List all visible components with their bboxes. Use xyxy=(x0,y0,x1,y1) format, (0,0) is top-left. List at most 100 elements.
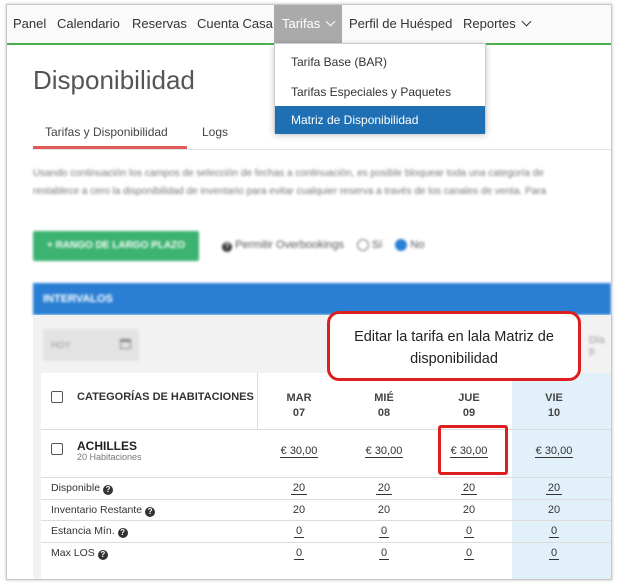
grid-cell-value: 20 xyxy=(460,482,478,495)
menu-item-tarifa-base[interactable]: Tarifa Base (BAR) xyxy=(275,48,485,76)
annotation-callout: Editar la tarifa en lala Matriz de dispo… xyxy=(327,311,581,381)
row-divider xyxy=(41,429,611,430)
day-number: 09 xyxy=(462,407,476,419)
day-number: 07 xyxy=(292,407,306,419)
radio-yes[interactable] xyxy=(356,239,369,252)
grid-cell[interactable]: 0 xyxy=(269,547,329,560)
date-picker-input[interactable]: HOY xyxy=(43,329,139,361)
grid-cell[interactable]: 20 xyxy=(354,482,414,495)
row-label-text: Disponible xyxy=(51,482,101,494)
row-divider xyxy=(41,520,611,521)
help-icon[interactable]: ? xyxy=(117,528,128,538)
grid-cell[interactable]: 20 xyxy=(439,482,499,495)
day-header: MAR xyxy=(286,392,312,404)
help-icon[interactable]: ? xyxy=(103,485,114,495)
row-label-estancia-min: Estancia Mín.? xyxy=(51,525,128,538)
grid-cell[interactable]: 0 xyxy=(439,525,499,538)
chevron-down-icon xyxy=(521,16,532,27)
tab-tarifas-disponibilidad[interactable]: Tarifas y Disponibilidad xyxy=(45,125,168,139)
rate-value: € 30,00 xyxy=(364,445,404,458)
tab-divider xyxy=(33,149,611,150)
page-title: Disponibilidad xyxy=(33,65,195,95)
rate-cell[interactable]: € 30,00 xyxy=(259,445,339,458)
grid-cell[interactable]: 0 xyxy=(524,525,584,538)
grid-cell-value: 0 xyxy=(548,547,560,560)
nav-item-panel[interactable]: Panel xyxy=(13,5,46,43)
column-divider xyxy=(257,373,258,429)
nav-item-reportes[interactable]: Reportes xyxy=(463,5,532,43)
grid-cell[interactable]: 0 xyxy=(439,547,499,560)
nav-item-reportes-label: Reportes xyxy=(463,16,516,31)
active-tab-indicator xyxy=(33,146,187,149)
overbooking-toggle: ? Permitir Overbookings Sí No xyxy=(219,239,424,252)
day-header: JUE xyxy=(458,392,480,404)
rate-cell[interactable]: € 30,00 xyxy=(514,445,594,458)
grid-cell-value: 20 xyxy=(545,482,563,495)
grid-cell-value: 20 xyxy=(375,482,393,495)
row-label-max-los: Max LOS? xyxy=(51,547,108,560)
help-icon[interactable]: ? xyxy=(145,507,156,517)
row-divider xyxy=(41,477,611,478)
row-label-disponible: Disponible? xyxy=(51,482,114,495)
room-count: 20 Habitaciones xyxy=(77,452,142,462)
menu-item-matriz-disponibilidad[interactable]: Matriz de Disponibilidad xyxy=(275,106,485,134)
help-icon: ? xyxy=(222,242,232,252)
row-divider xyxy=(41,499,611,500)
rate-cell[interactable]: € 30,00 xyxy=(344,445,424,458)
page-description: Usando continuación los campos de selecc… xyxy=(33,165,611,201)
nav-item-tarifas[interactable]: Tarifas xyxy=(274,5,343,43)
grid-cell: 20 xyxy=(377,504,391,516)
day-header: VIE xyxy=(545,392,563,404)
row-label-text: Inventario Restante xyxy=(51,504,143,516)
long-range-button[interactable]: + RANGO DE LARGO PLAZO xyxy=(33,231,199,261)
room-name: ACHILLES xyxy=(77,439,137,453)
grid-cell: 20 xyxy=(462,504,476,516)
description-line: Usando continuación los campos de selecc… xyxy=(33,168,544,179)
nav-item-perfil-huesped[interactable]: Perfil de Huésped xyxy=(349,5,452,43)
row-label-text: Max LOS xyxy=(51,547,95,559)
grid-cell[interactable]: 0 xyxy=(524,547,584,560)
grid-cell-value: 0 xyxy=(463,525,475,538)
date-placeholder: HOY xyxy=(51,340,71,350)
category-header: CATEGORÍAS DE HABITACIONES xyxy=(77,391,254,403)
grid-cell-value: 0 xyxy=(378,547,390,560)
tab-logs[interactable]: Logs xyxy=(202,125,228,139)
grid-cell[interactable]: 0 xyxy=(354,547,414,560)
row-label-text: Estancia Mín. xyxy=(51,525,115,537)
row-label-inventario: Inventario Restante? xyxy=(51,504,156,517)
radio-no[interactable] xyxy=(395,239,408,252)
grid-cell[interactable]: 0 xyxy=(269,525,329,538)
day-number: 08 xyxy=(377,407,391,419)
grid-cell-value: 0 xyxy=(293,525,305,538)
calendar-icon xyxy=(120,339,131,349)
nav-item-cuenta-casa[interactable]: Cuenta Casa xyxy=(197,5,273,43)
grid-cell-value: 0 xyxy=(293,547,305,560)
help-icon[interactable]: ? xyxy=(97,550,108,560)
menu-item-tarifas-especiales[interactable]: Tarifas Especiales y Paquetes xyxy=(275,78,485,106)
annotation-highlight-box xyxy=(438,425,508,475)
row-divider xyxy=(41,542,611,543)
app-window: Panel Calendario Reservas Cuenta Casa Ta… xyxy=(6,4,612,580)
grid-cell[interactable]: 20 xyxy=(269,482,329,495)
overbook-label: Permitir Overbookings xyxy=(235,239,344,251)
grid-cell: 20 xyxy=(547,504,561,516)
grid-cell-value: 0 xyxy=(463,547,475,560)
tarifas-dropdown-menu: Tarifa Base (BAR) Tarifas Especiales y P… xyxy=(274,43,486,134)
day-number: 10 xyxy=(547,407,561,419)
nav-item-calendario[interactable]: Calendario xyxy=(57,5,120,43)
radio-yes-label: Sí xyxy=(371,239,383,251)
grid-cell-value: 0 xyxy=(378,525,390,538)
top-nav: Panel Calendario Reservas Cuenta Casa Ta… xyxy=(7,5,611,45)
grid-cell-value: 20 xyxy=(290,482,308,495)
select-all-checkbox[interactable] xyxy=(51,391,63,403)
nav-item-reservas[interactable]: Reservas xyxy=(132,5,187,43)
grid-cell-value: 0 xyxy=(548,525,560,538)
room-checkbox[interactable] xyxy=(51,443,63,455)
grid-cell[interactable]: 0 xyxy=(354,525,414,538)
rate-value: € 30,00 xyxy=(279,445,319,458)
dia-label: Día p xyxy=(589,335,605,357)
description-line: restablece a cero la disponibilidad de i… xyxy=(33,186,547,197)
grid-cell[interactable]: 20 xyxy=(524,482,584,495)
grid-cell: 20 xyxy=(292,504,306,516)
radio-no-label: No xyxy=(410,239,425,251)
